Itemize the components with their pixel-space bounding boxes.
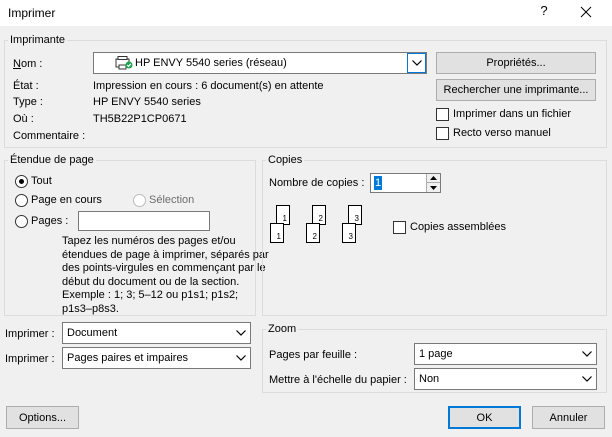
pages-input[interactable] bbox=[78, 211, 210, 231]
manual-duplex-checkbox[interactable] bbox=[436, 127, 449, 140]
manual-duplex-label[interactable]: Recto verso manuel bbox=[453, 126, 551, 140]
help-line: début du document ou de la section. bbox=[62, 275, 240, 288]
pages-per-sheet-value: 1 page bbox=[419, 348, 453, 360]
type-label: Type : bbox=[13, 96, 43, 108]
spin-up-button[interactable] bbox=[426, 174, 440, 183]
pages-per-sheet-select[interactable]: 1 page bbox=[414, 343, 597, 365]
collate-page: 2 bbox=[306, 223, 320, 243]
printer-status-icon bbox=[115, 56, 133, 70]
status-value: Impression en cours : 6 document(s) en a… bbox=[93, 80, 324, 92]
collate-page: 1 bbox=[276, 205, 290, 225]
range-current-label[interactable]: Page en cours bbox=[31, 193, 102, 207]
print-to-file-checkbox[interactable] bbox=[436, 108, 449, 121]
scale-dropdown[interactable] bbox=[578, 369, 596, 389]
print-what-value: Document bbox=[67, 327, 118, 339]
collate-label[interactable]: Copies assemblées bbox=[410, 220, 506, 234]
printer-group-label: Imprimante bbox=[8, 33, 68, 47]
close-icon bbox=[580, 6, 592, 18]
range-selection-radio[interactable] bbox=[133, 194, 146, 207]
range-all-radio[interactable] bbox=[15, 175, 28, 188]
chevron-down-icon bbox=[430, 185, 437, 190]
print-to-file-label[interactable]: Imprimer dans un fichier bbox=[453, 107, 571, 121]
pages-per-sheet-dropdown[interactable] bbox=[578, 344, 596, 364]
chevron-down-icon bbox=[582, 351, 592, 357]
pages-per-sheet-label: Pages par feuille : bbox=[269, 349, 358, 361]
print-what-dropdown[interactable] bbox=[232, 323, 250, 343]
collate-page: 3 bbox=[342, 223, 356, 243]
help-line: Exemple : 1; 3; 5–12 ou p1s1; p1s2; bbox=[62, 289, 239, 301]
print-pages-label: Imprimer : bbox=[5, 353, 55, 365]
close-button[interactable] bbox=[574, 1, 598, 23]
copies-count-spinner[interactable]: 1 bbox=[370, 173, 441, 193]
range-selection-label[interactable]: Sélection bbox=[149, 193, 194, 207]
page-range-help: Tapez les numéros des pages et/ou étendu… bbox=[62, 235, 269, 316]
help-line: étendues de page à imprimer, séparés par bbox=[62, 248, 269, 261]
range-all-label[interactable]: Tout bbox=[31, 174, 52, 188]
scale-select[interactable]: Non bbox=[414, 368, 597, 390]
type-value: HP ENVY 5540 series bbox=[93, 96, 201, 108]
window-title: Imprimer bbox=[8, 6, 56, 20]
scale-value: Non bbox=[419, 373, 440, 385]
help-line: des points-virgules en commençant par le bbox=[62, 262, 266, 274]
help-line: p1s3–p8s3. bbox=[62, 302, 119, 315]
print-what-label: Imprimer : bbox=[5, 328, 55, 340]
collate-icon: 1 1 2 2 3 3 bbox=[270, 205, 376, 249]
printer-name-select[interactable]: HP ENVY 5540 series (réseau) bbox=[93, 52, 427, 74]
chevron-down-icon bbox=[411, 60, 422, 66]
scale-label: Mettre à l'échelle du papier : bbox=[269, 374, 407, 386]
print-pages-value: Pages paires et impaires bbox=[67, 352, 189, 364]
spin-down-button[interactable] bbox=[426, 183, 440, 192]
collate-page: 1 bbox=[270, 223, 284, 243]
page-range-group-label: Étendue de page bbox=[8, 153, 96, 167]
collate-page: 2 bbox=[312, 205, 326, 225]
chevron-up-icon bbox=[430, 176, 437, 180]
properties-button[interactable]: Propriétés... bbox=[436, 52, 596, 74]
copies-group-label: Copies bbox=[266, 153, 305, 167]
print-pages-select[interactable]: Pages paires et impaires bbox=[62, 347, 251, 369]
copies-count-value: 1 bbox=[374, 176, 383, 190]
collate-checkbox[interactable] bbox=[393, 221, 406, 234]
help-button[interactable]: ? bbox=[536, 4, 552, 22]
collate-page: 3 bbox=[348, 205, 362, 225]
printer-name-value: HP ENVY 5540 series (réseau) bbox=[135, 57, 287, 69]
help-line: Tapez les numéros des pages et/ou bbox=[62, 235, 236, 247]
comment-label: Commentaire : bbox=[13, 130, 86, 142]
printer-name-label: Nom : bbox=[13, 58, 43, 70]
options-button[interactable]: Options... bbox=[6, 406, 79, 429]
range-current-radio[interactable] bbox=[15, 194, 28, 207]
ok-button[interactable]: OK bbox=[448, 406, 521, 429]
chevron-down-icon bbox=[236, 330, 246, 336]
title-bar: Imprimer ? bbox=[0, 0, 612, 26]
status-label: État : bbox=[13, 80, 39, 92]
print-what-select[interactable]: Document bbox=[62, 322, 251, 344]
zoom-group-label: Zoom bbox=[266, 322, 299, 336]
range-pages-radio[interactable] bbox=[15, 215, 28, 228]
cancel-button[interactable]: Annuler bbox=[532, 406, 605, 429]
chevron-down-icon bbox=[582, 376, 592, 382]
range-pages-label[interactable]: Pages : bbox=[31, 214, 68, 228]
print-pages-dropdown[interactable] bbox=[232, 348, 250, 368]
where-label: Où : bbox=[13, 113, 34, 125]
find-printer-button[interactable]: Rechercher une imprimante... bbox=[436, 79, 596, 101]
where-value: TH5B22P1CP0671 bbox=[93, 113, 187, 125]
printer-dropdown-button[interactable] bbox=[407, 53, 426, 73]
copies-count-label: Nombre de copies : bbox=[269, 177, 365, 189]
chevron-down-icon bbox=[236, 355, 246, 361]
